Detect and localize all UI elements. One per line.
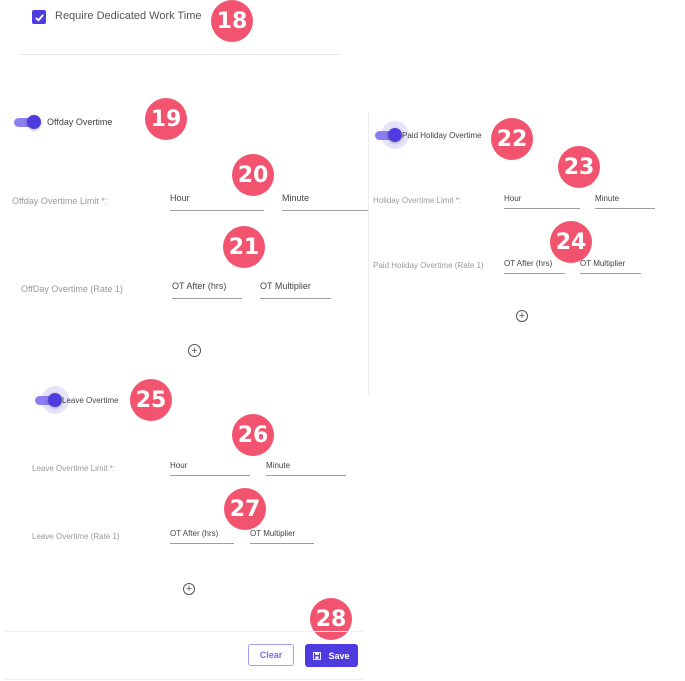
paid-holiday-overtime-label: Paid Holiday Overtime — [402, 131, 482, 140]
placeholder: Hour — [504, 194, 522, 203]
offday-overtime-toggle[interactable] — [14, 115, 41, 129]
footer-divider-top — [4, 631, 364, 632]
leave-ot-after-input[interactable]: OT After (hrs) — [170, 529, 234, 544]
placeholder: OT Multiplier — [260, 281, 311, 291]
placeholder: OT After (hrs) — [504, 259, 553, 268]
leave-overtime-toggle[interactable] — [35, 386, 69, 414]
divider — [20, 54, 340, 55]
placeholder: Hour — [170, 461, 188, 470]
paid-holiday-overtime-toggle[interactable] — [375, 121, 409, 149]
column-divider — [368, 112, 369, 394]
holiday-limit-label: Holiday Overtime Limit *: — [373, 196, 462, 205]
floppy-disk-icon — [313, 651, 322, 660]
annotation-badge: 18 — [211, 0, 253, 42]
annotation-badge: 28 — [310, 598, 352, 640]
annotation-badge: 27 — [224, 488, 266, 530]
plus-circle-icon: + — [191, 344, 198, 357]
placeholder: OT After (hrs) — [172, 281, 227, 291]
offday-rate-label: OffDay Overtime (Rate 1) — [21, 284, 123, 294]
holiday-minute-input[interactable]: Minute — [595, 194, 655, 209]
annotation-badge: 20 — [232, 154, 274, 196]
save-label: Save — [328, 650, 350, 661]
holiday-hour-input[interactable]: Hour — [504, 194, 580, 209]
placeholder: OT Multiplier — [250, 529, 296, 538]
dedicated-work-time-checkbox[interactable] — [32, 10, 46, 24]
placeholder: Minute — [595, 194, 620, 203]
placeholder: OT After (hrs) — [170, 529, 219, 538]
offday-hour-input[interactable]: Hour — [170, 193, 264, 211]
leave-limit-label: Leave Overtime Limit *: — [32, 464, 116, 473]
annotation-badge: 25 — [130, 379, 172, 421]
plus-circle-icon: + — [518, 310, 526, 322]
leave-overtime-label: Leave Overtime — [62, 396, 119, 405]
toggle-thumb — [388, 128, 402, 142]
placeholder: OT Multiplier — [580, 259, 626, 268]
offday-limit-label: Offday Overtime Limit *: — [12, 196, 108, 206]
footer-divider-bottom — [4, 679, 364, 680]
toggle-thumb — [27, 115, 41, 129]
offday-add-rate-button[interactable]: + — [188, 344, 201, 357]
holiday-rate-label: Paid Holiday Overtime (Rate 1) — [373, 261, 484, 270]
offday-ot-multiplier-input[interactable]: OT Multiplier — [260, 281, 331, 299]
placeholder: Minute — [282, 193, 310, 203]
annotation-badge: 23 — [558, 146, 600, 188]
toggle-thumb — [48, 393, 62, 407]
offday-ot-after-input[interactable]: OT After (hrs) — [172, 281, 242, 299]
placeholder: Minute — [266, 461, 291, 470]
holiday-ot-after-input[interactable]: OT After (hrs) — [504, 259, 565, 274]
offday-overtime-label: Offday Overtime — [47, 117, 113, 127]
leave-add-rate-button[interactable]: + — [183, 583, 195, 595]
leave-hour-input[interactable]: Hour — [170, 461, 250, 476]
checkmark-icon — [34, 13, 44, 22]
annotation-badge: 24 — [550, 221, 592, 263]
holiday-ot-multiplier-input[interactable]: OT Multiplier — [580, 259, 641, 274]
clear-button[interactable]: Clear — [248, 644, 294, 666]
dedicated-work-time-label: Require Dedicated Work Time — [55, 10, 202, 22]
leave-minute-input[interactable]: Minute — [266, 461, 346, 476]
placeholder: Hour — [170, 193, 190, 203]
save-button[interactable]: Save — [305, 644, 358, 667]
leave-rate-label: Leave Overtime (Rate 1) — [32, 532, 120, 541]
leave-ot-multiplier-input[interactable]: OT Multiplier — [250, 529, 314, 544]
clear-label: Clear — [259, 650, 283, 660]
offday-minute-input[interactable]: Minute — [282, 193, 368, 211]
annotation-badge: 26 — [232, 414, 274, 456]
annotation-badge: 19 — [145, 98, 187, 140]
plus-circle-icon: + — [185, 583, 193, 595]
annotation-badge: 22 — [491, 118, 533, 160]
annotation-badge: 21 — [223, 226, 265, 268]
holiday-add-rate-button[interactable]: + — [516, 310, 528, 322]
